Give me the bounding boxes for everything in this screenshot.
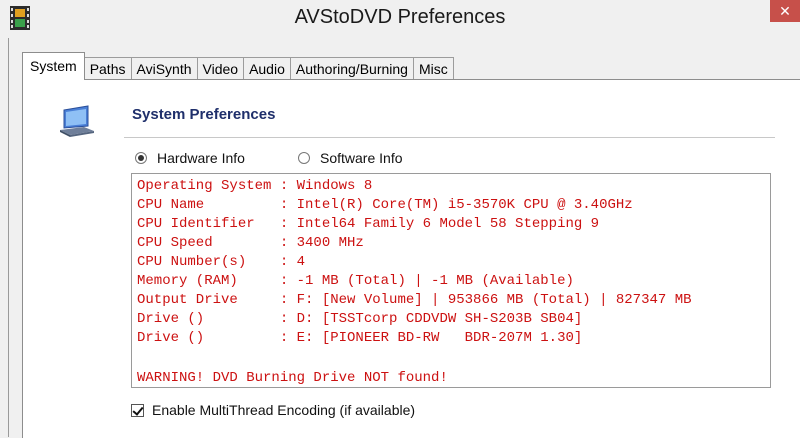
info-line: Output Drive : F: [New Volume] | 953866 …: [137, 292, 692, 308]
tab-misc[interactable]: Misc: [412, 57, 454, 80]
tab-authoring-burning[interactable]: Authoring/Burning: [289, 57, 414, 80]
tab-bar: System Paths AviSynth Video Audio Author…: [22, 52, 454, 80]
tab-system[interactable]: System: [22, 52, 85, 80]
info-line: Drive () : E: [PIONEER BD-RW BDR-207M 1.…: [137, 330, 583, 346]
multithread-label: Enable MultiThread Encoding (if availabl…: [152, 402, 416, 418]
info-line: CPU Identifier : Intel64 Family 6 Model …: [137, 216, 600, 232]
info-line: CPU Name : Intel(R) Core(TM) i5-3570K CP…: [137, 197, 633, 213]
window-title: AVStoDVD Preferences: [294, 6, 506, 28]
info-line: Drive () : D: [TSSTcorp CDDVDW SH-S203B …: [137, 311, 583, 327]
info-line: Operating System : Windows 8: [137, 178, 373, 194]
tab-video[interactable]: Video: [196, 57, 245, 80]
multithread-checkbox[interactable]: [131, 403, 144, 417]
close-button[interactable]: ✕: [770, 0, 800, 22]
tab-audio[interactable]: Audio: [243, 57, 291, 80]
hardware-info-textbox[interactable]: Operating System : Windows 8 CPU Name : …: [131, 173, 771, 388]
close-icon: ✕: [779, 3, 791, 19]
multithread-checkbox-row[interactable]: Enable MultiThread Encoding (if availabl…: [131, 402, 415, 418]
section-title: System Preferences: [132, 106, 276, 123]
computer-icon: [60, 105, 94, 137]
warning-line: WARNING! DVD Burning Drive NOT found!: [137, 370, 448, 386]
title-bar: AVStoDVD Preferences ✕: [0, 0, 800, 38]
radio-button[interactable]: [298, 152, 310, 164]
tab-paths[interactable]: Paths: [83, 57, 132, 80]
info-line: CPU Number(s) : 4: [137, 254, 306, 270]
tab-avisynth[interactable]: AviSynth: [130, 57, 198, 80]
info-line: CPU Speed : 3400 MHz: [137, 235, 364, 251]
software-info-radio[interactable]: Software Info: [298, 150, 403, 166]
software-info-label: Software Info: [320, 150, 403, 166]
info-line: Memory (RAM) : -1 MB (Total) | -1 MB (Av…: [137, 273, 574, 289]
section-divider: [124, 137, 775, 138]
hardware-info-label: Hardware Info: [157, 150, 245, 166]
radio-button-checked[interactable]: [135, 152, 147, 164]
hardware-info-radio[interactable]: Hardware Info: [135, 150, 245, 166]
